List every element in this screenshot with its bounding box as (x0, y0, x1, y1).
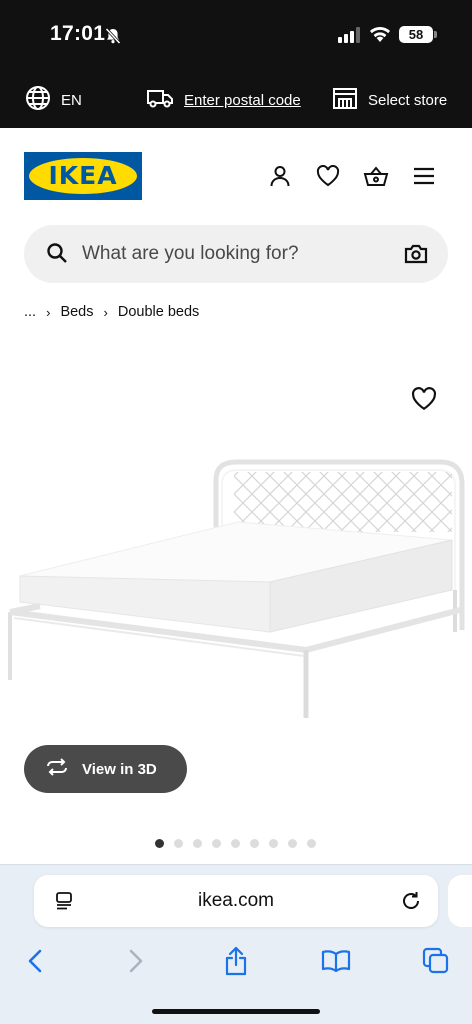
back-icon[interactable] (15, 941, 55, 981)
search-bar[interactable] (24, 225, 448, 283)
silent-bell-icon (104, 27, 122, 50)
select-store-link[interactable]: Select store (332, 78, 447, 122)
delivery-truck-icon (146, 87, 174, 113)
cellular-signal-icon (338, 27, 362, 48)
favourites-icon[interactable] (315, 163, 341, 189)
language-label: EN (61, 91, 82, 109)
breadcrumb: ... › Beds › Double beds (24, 302, 199, 322)
battery-tip (434, 31, 437, 38)
home-indicator (152, 1009, 320, 1014)
carousel-dot[interactable] (212, 839, 221, 848)
carousel-dot[interactable] (231, 839, 240, 848)
share-icon[interactable] (216, 941, 256, 981)
wifi-icon (369, 25, 391, 48)
bookmarks-icon[interactable] (316, 941, 356, 981)
breadcrumb-item-double-beds[interactable]: Double beds (118, 304, 199, 320)
breadcrumb-ellipsis[interactable]: ... (24, 304, 36, 320)
view-in-3d-label: View in 3D (82, 760, 157, 778)
carousel-dot[interactable] (193, 839, 202, 848)
menu-icon[interactable] (411, 163, 437, 189)
carousel-dot[interactable] (250, 839, 259, 848)
carousel-dot[interactable] (174, 839, 183, 848)
status-bar: 17:01 58 (0, 0, 472, 70)
forward-icon[interactable] (116, 941, 156, 981)
add-to-favourites-icon[interactable] (411, 387, 437, 416)
next-tab-peek[interactable] (448, 875, 472, 927)
utility-bar: EN Enter postal code Select store (0, 78, 472, 122)
carousel-dot[interactable] (307, 839, 316, 848)
carousel-dot[interactable] (269, 839, 278, 848)
address-bar[interactable]: ikea.com (34, 875, 438, 927)
postal-code-label: Enter postal code (184, 91, 301, 109)
carousel-dot[interactable] (288, 839, 297, 848)
status-time: 17:01 (50, 22, 106, 45)
carousel-dots (155, 839, 316, 848)
select-store-label: Select store (368, 91, 448, 109)
browser-toolbar: ikea.com (0, 864, 472, 1024)
product-image[interactable] (0, 440, 472, 740)
store-icon (332, 86, 358, 114)
carousel-dot[interactable] (155, 839, 164, 848)
search-icon (46, 242, 68, 269)
top-bar: 17:01 58 EN Enter postal code Select sto… (0, 0, 472, 128)
language-selector[interactable]: EN (25, 78, 82, 122)
camera-search-icon[interactable] (404, 243, 428, 270)
search-input[interactable] (82, 225, 382, 283)
chevron-right-icon: › (46, 304, 51, 320)
browser-nav (0, 941, 472, 981)
profile-icon[interactable] (267, 163, 293, 189)
globe-icon (25, 85, 51, 115)
url-text: ikea.com (197, 890, 275, 911)
ikea-logo[interactable]: IKEA (24, 152, 142, 200)
logo-text: IKEA (48, 161, 118, 190)
battery-indicator: 58 (399, 26, 433, 43)
postal-code-link[interactable]: Enter postal code (146, 78, 301, 122)
rotate-3d-icon (44, 758, 70, 780)
shopping-basket-icon[interactable] (363, 163, 389, 189)
chevron-right-icon: › (103, 304, 108, 320)
view-in-3d-button[interactable]: View in 3D (24, 745, 187, 793)
tabs-icon[interactable] (416, 941, 456, 981)
breadcrumb-item-beds[interactable]: Beds (60, 304, 93, 320)
reload-icon[interactable] (400, 890, 422, 917)
